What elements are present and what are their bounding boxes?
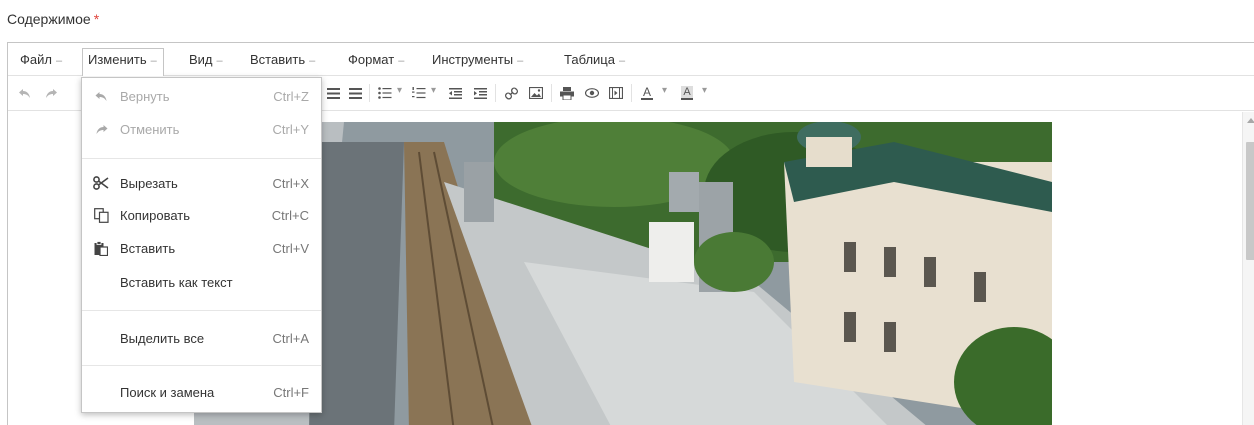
edit-menu-select-all-shortcut: Ctrl+A bbox=[272, 331, 309, 346]
text-color-letter: A bbox=[640, 85, 653, 100]
menu-insert-label: Вставить bbox=[250, 52, 306, 67]
link-icon[interactable] bbox=[500, 83, 522, 103]
menu-table-caret: – bbox=[618, 55, 626, 67]
menu-edit-label: Изменить bbox=[88, 52, 147, 67]
bullet-list-chevron-down-icon[interactable]: ▾ bbox=[397, 85, 402, 96]
menu-view-label: Вид bbox=[189, 52, 213, 67]
scissors-icon bbox=[92, 174, 110, 192]
menu-tools[interactable]: Инструменты – bbox=[426, 48, 529, 71]
edit-menu-undo-shortcut: Ctrl+Z bbox=[273, 89, 309, 104]
undo-icon bbox=[92, 87, 110, 105]
edit-menu-paste-as-text-label: Вставить как текст bbox=[120, 275, 233, 290]
menu-tools-caret: – bbox=[517, 55, 524, 67]
menu-format-label: Формат bbox=[348, 52, 395, 67]
edit-menu-copy[interactable]: Копировать Ctrl+C bbox=[82, 204, 321, 228]
edit-menu-find-replace[interactable]: Поиск и замена Ctrl+F bbox=[82, 381, 321, 405]
align-left-icon[interactable] bbox=[344, 83, 366, 103]
menu-file-label: Файл bbox=[20, 52, 52, 67]
edit-menu-paste-label: Вставить bbox=[120, 241, 176, 256]
menu-table[interactable]: Таблица – bbox=[558, 48, 631, 71]
menu-edit-caret: – bbox=[150, 55, 157, 67]
outdent-icon[interactable] bbox=[444, 83, 466, 103]
edit-menu-cut-shortcut: Ctrl+X bbox=[272, 176, 309, 191]
menu-format[interactable]: Формат – bbox=[342, 48, 410, 71]
numbered-list-chevron-down-icon[interactable]: ▾ bbox=[431, 85, 436, 96]
edit-menu-paste[interactable]: Вставить Ctrl+V bbox=[82, 237, 321, 261]
undo-icon[interactable] bbox=[14, 83, 36, 103]
edit-menu-undo[interactable]: Вернуть Ctrl+Z bbox=[82, 85, 321, 109]
edit-menu-find-replace-shortcut: Ctrl+F bbox=[273, 385, 309, 400]
toolbar-separator bbox=[631, 84, 632, 102]
edit-menu-redo-label: Отменить bbox=[120, 122, 180, 137]
menu-view-caret: – bbox=[216, 55, 223, 67]
edit-menu-redo-shortcut: Ctrl+Y bbox=[272, 122, 309, 137]
media-icon[interactable] bbox=[605, 83, 627, 103]
edit-menu-cut-label: Вырезать bbox=[120, 176, 178, 191]
menu-divider bbox=[82, 310, 321, 311]
indent-icon[interactable] bbox=[469, 83, 491, 103]
align-justify-icon[interactable] bbox=[322, 83, 344, 103]
required-mark: * bbox=[93, 11, 100, 27]
text-color-chevron-down-icon[interactable]: ▾ bbox=[662, 85, 667, 96]
preview-icon[interactable] bbox=[581, 83, 603, 103]
menu-file-caret: – bbox=[55, 55, 63, 67]
edit-menu-select-all[interactable]: Выделить все Ctrl+A bbox=[82, 327, 321, 351]
edit-menu-dropdown: Вернуть Ctrl+Z Отменить Ctrl+Y Вырезать … bbox=[81, 77, 322, 413]
menu-insert[interactable]: Вставить – bbox=[244, 48, 321, 71]
background-color-icon[interactable]: A bbox=[676, 83, 698, 103]
bg-color-letter: A bbox=[681, 86, 693, 100]
text-color-icon[interactable]: A bbox=[636, 83, 658, 103]
content-scrollbar[interactable] bbox=[1242, 112, 1254, 425]
edit-menu-paste-shortcut: Ctrl+V bbox=[272, 241, 309, 256]
copy-icon bbox=[92, 206, 110, 224]
menu-table-label: Таблица bbox=[564, 52, 615, 67]
toolbar-separator bbox=[551, 84, 552, 102]
menu-file[interactable]: Файл – bbox=[14, 48, 68, 71]
background-color-chevron-down-icon[interactable]: ▾ bbox=[702, 85, 707, 96]
redo-icon[interactable] bbox=[40, 83, 62, 103]
menu-edit[interactable]: Изменить – bbox=[82, 48, 164, 76]
field-label: Содержимое * bbox=[7, 11, 99, 27]
image-icon[interactable] bbox=[525, 83, 547, 103]
menu-insert-caret: – bbox=[309, 55, 316, 67]
edit-menu-paste-as-text[interactable]: Вставить как текст bbox=[82, 271, 321, 295]
numbered-list-icon[interactable] bbox=[408, 83, 430, 103]
edit-menu-cut[interactable]: Вырезать Ctrl+X bbox=[82, 172, 321, 196]
content-photo bbox=[194, 122, 1052, 425]
redo-icon bbox=[92, 120, 110, 138]
edit-menu-find-replace-label: Поиск и замена bbox=[120, 385, 215, 400]
scroll-up-icon[interactable] bbox=[1247, 118, 1254, 123]
field-label-text: Содержимое bbox=[7, 11, 91, 27]
menu-tools-label: Инструменты bbox=[432, 52, 514, 67]
menu-format-caret: – bbox=[398, 55, 405, 67]
edit-menu-copy-label: Копировать bbox=[120, 208, 190, 223]
menu-view[interactable]: Вид – bbox=[183, 48, 229, 71]
bullet-list-icon[interactable] bbox=[374, 83, 396, 103]
print-icon[interactable] bbox=[556, 83, 578, 103]
toolbar-separator bbox=[369, 84, 370, 102]
scrollbar-thumb[interactable] bbox=[1246, 142, 1254, 260]
edit-menu-copy-shortcut: Ctrl+C bbox=[271, 208, 309, 223]
toolbar-separator bbox=[495, 84, 496, 102]
edit-menu-select-all-label: Выделить все bbox=[120, 331, 205, 346]
edit-menu-redo[interactable]: Отменить Ctrl+Y bbox=[82, 118, 321, 142]
menu-divider bbox=[82, 158, 321, 159]
editor-menubar: Файл – Изменить – Вид – Вставить – Формат – И… bbox=[8, 43, 1254, 76]
paste-icon bbox=[92, 239, 110, 257]
edit-menu-undo-label: Вернуть bbox=[120, 89, 170, 104]
menu-divider bbox=[82, 365, 321, 366]
